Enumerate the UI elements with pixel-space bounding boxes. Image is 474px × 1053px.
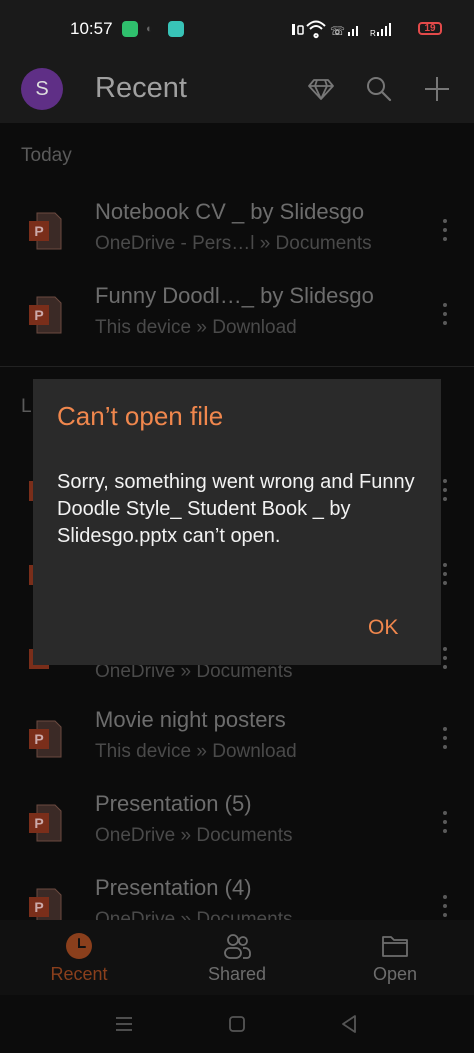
add-icon[interactable]	[422, 74, 452, 104]
svg-text:P: P	[34, 731, 43, 747]
powerpoint-file-icon: P	[29, 720, 62, 758]
file-item[interactable]: P Movie night posters This device » Down…	[0, 707, 474, 789]
svg-text:P: P	[34, 815, 43, 831]
page-title: Recent	[95, 72, 187, 104]
file-name: Movie night posters	[95, 707, 286, 732]
folder-icon	[382, 936, 408, 957]
recent-apps-icon[interactable]	[112, 1013, 136, 1035]
more-options-icon[interactable]	[440, 895, 450, 920]
more-options-icon[interactable]	[440, 219, 450, 245]
file-name: Presentation (5)	[95, 791, 252, 816]
status-icons: ☏ R	[290, 20, 412, 40]
file-location: OneDrive - Pers…l » Documents	[95, 233, 372, 254]
tab-shared-label: Shared	[207, 964, 267, 984]
app-bar: S Recent	[0, 60, 474, 123]
file-item[interactable]: P Notebook CV _ by Slidesgo OneDrive - P…	[0, 199, 474, 281]
powerpoint-file-icon: P	[29, 296, 62, 334]
file-name: Funny Doodl…_ by Slidesgo	[95, 283, 374, 308]
tab-recent-label: Recent	[50, 964, 108, 984]
tab-recent[interactable]: Recent	[0, 920, 158, 995]
tab-open[interactable]: Open	[316, 920, 474, 995]
more-options-icon[interactable]	[440, 563, 450, 589]
svg-text:☏: ☏	[330, 24, 345, 38]
section-header-today: Today	[21, 145, 72, 166]
powerpoint-file-icon: P	[29, 804, 62, 842]
powerpoint-file-icon: P	[29, 212, 62, 250]
bottom-navigation: Recent Shared Open	[0, 920, 474, 995]
svg-text:R: R	[370, 29, 376, 38]
clock-icon	[66, 933, 92, 959]
ok-button[interactable]: OK	[368, 616, 398, 640]
search-icon[interactable]	[364, 74, 394, 104]
file-name: Notebook CV _ by Slidesgo	[95, 199, 365, 224]
people-icon	[224, 934, 251, 959]
more-options-icon[interactable]	[440, 811, 450, 837]
error-dialog: Can’t open file Sorry, something went wr…	[33, 379, 441, 665]
more-options-icon[interactable]	[440, 647, 450, 673]
more-options-icon[interactable]	[440, 479, 450, 505]
powerpoint-file-icon: P	[29, 888, 62, 920]
dialog-title: Can’t open file	[57, 401, 224, 431]
svg-text:P: P	[34, 307, 43, 323]
tab-open-label: Open	[372, 964, 418, 984]
notification-app-icon	[122, 21, 138, 37]
status-time: 10:57	[70, 19, 113, 38]
back-icon[interactable]	[338, 1013, 362, 1035]
file-location: OneDrive » Documents	[95, 825, 293, 846]
system-navigation-bar	[0, 995, 474, 1053]
file-item[interactable]: P Funny Doodl…_ by Slidesgo This device …	[0, 283, 474, 365]
svg-text:P: P	[34, 899, 43, 915]
account-avatar[interactable]: S	[21, 68, 63, 110]
status-bar: 10:57 ◐ ☏ R 19	[0, 0, 474, 60]
file-location: This device » Download	[95, 317, 297, 338]
notification-muted-icon: ◐	[146, 23, 153, 35]
dialog-message: Sorry, something went wrong and Funny Do…	[57, 471, 415, 547]
home-icon[interactable]	[225, 1013, 249, 1035]
signal-wifi-icon: ☏ R	[292, 20, 391, 39]
file-item[interactable]: P Presentation (4) OneDrive » Documents	[0, 875, 474, 920]
more-options-icon[interactable]	[440, 727, 450, 753]
notification-app2-icon	[168, 21, 184, 37]
file-name: Presentation (4)	[95, 875, 252, 900]
section-divider	[0, 366, 474, 367]
more-options-icon[interactable]	[440, 303, 450, 329]
tab-shared[interactable]: Shared	[158, 920, 316, 995]
section-header-earlier: L	[21, 396, 32, 417]
diamond-premium-icon[interactable]	[306, 74, 336, 104]
file-location: OneDrive » Documents	[95, 909, 293, 920]
file-location: This device » Download	[95, 741, 297, 762]
svg-text:P: P	[34, 223, 43, 239]
battery-icon: 19	[418, 22, 442, 35]
file-item[interactable]: P Presentation (5) OneDrive » Documents	[0, 791, 474, 873]
